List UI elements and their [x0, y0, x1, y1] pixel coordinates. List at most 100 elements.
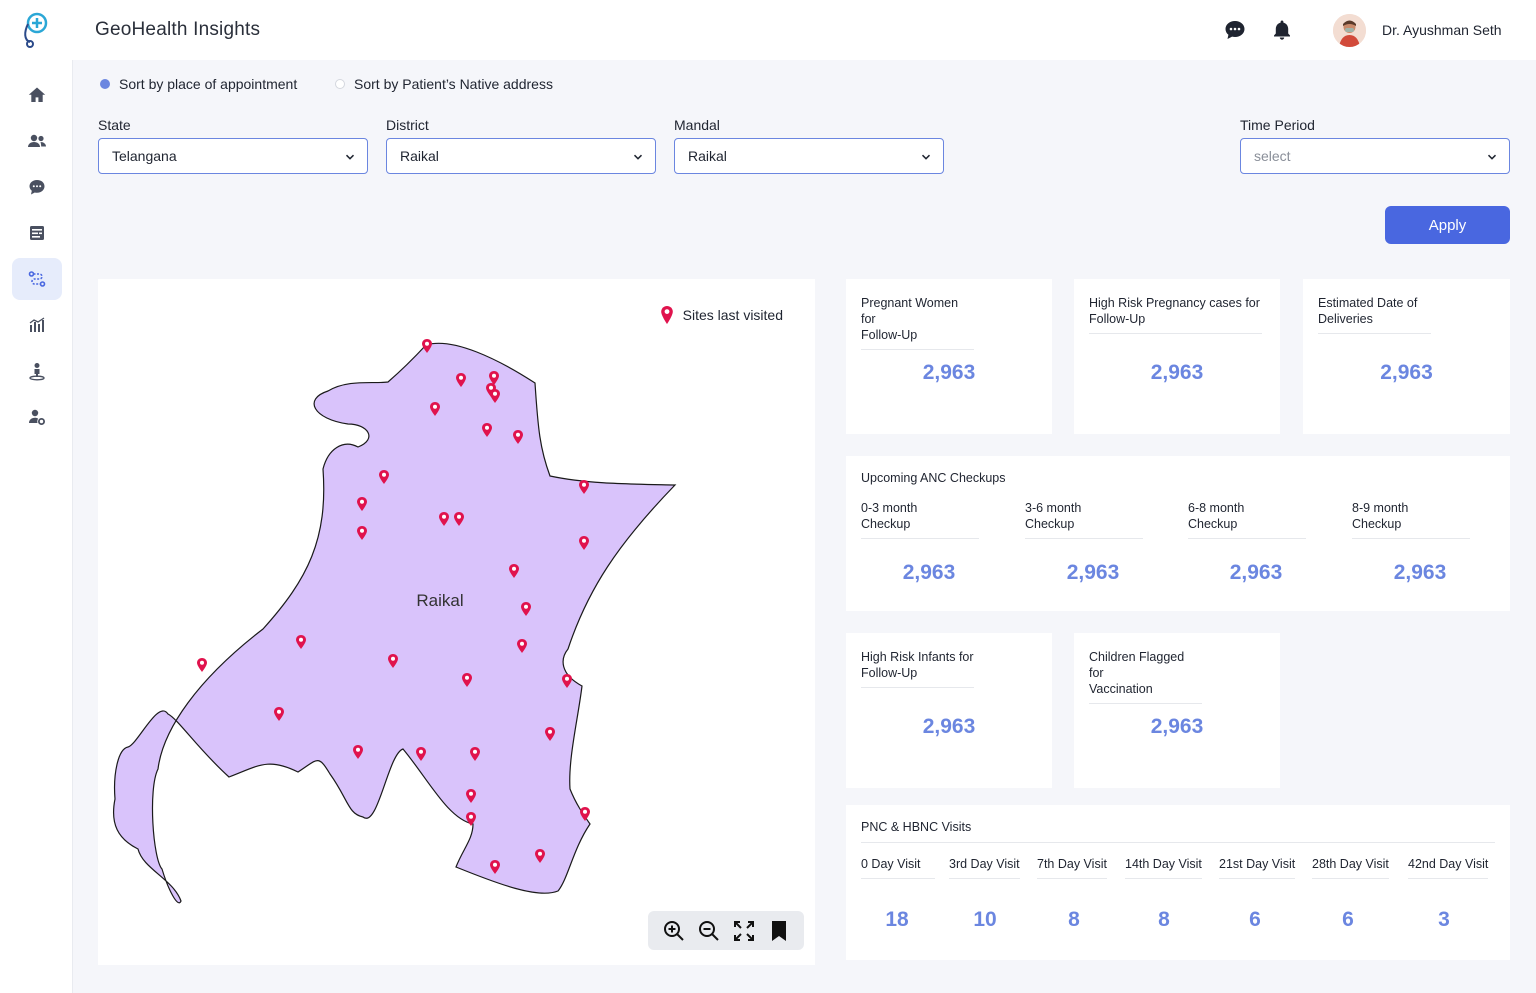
sub-title-line: 3-6 month	[1025, 501, 1082, 515]
card-title-line: Estimated Date of	[1318, 296, 1418, 310]
visit-value-21st-day[interactable]: 6	[1225, 908, 1285, 932]
visit-value-3rd-day[interactable]: 10	[955, 908, 1015, 932]
visit-label-14th-day: 14th Day Visit	[1125, 857, 1202, 879]
card-title-line: Pregnant Women for	[861, 296, 959, 326]
visit-value-0-day[interactable]: 18	[867, 908, 927, 932]
zoom-out-icon	[698, 920, 719, 941]
bell-icon[interactable]	[1270, 18, 1294, 42]
fullscreen-icon	[733, 920, 754, 941]
section-title: PNC & HBNC Visits	[861, 820, 1495, 843]
district-select[interactable]: Raikal	[386, 138, 656, 174]
region-polygon[interactable]	[112, 342, 677, 904]
chevron-down-icon	[633, 154, 643, 160]
sub-title-line: Checkup	[861, 517, 911, 531]
app-logo-icon[interactable]	[18, 10, 54, 50]
sidebar-item-geo-insights[interactable]	[12, 258, 62, 300]
pregnant-women-card[interactable]: Pregnant Women for Follow-Up 2,963	[846, 279, 1052, 434]
anc-0-3-label: 0-3 month Checkup	[861, 500, 979, 539]
card-title-line: Follow-Up	[861, 328, 918, 342]
sidebar-item-users[interactable]	[12, 120, 62, 162]
zoom-in-button[interactable]	[661, 918, 687, 944]
chevron-down-icon	[1487, 154, 1497, 160]
map-legend: Sites last visited	[660, 305, 783, 325]
zoom-in-icon	[663, 920, 684, 941]
bar-chart-icon	[29, 317, 45, 332]
avatar[interactable]	[1333, 14, 1366, 47]
users-icon	[28, 134, 46, 147]
time-period-select[interactable]: select	[1240, 138, 1510, 174]
visit-value-42nd-day[interactable]: 3	[1414, 908, 1474, 932]
sidebar	[0, 60, 73, 993]
map-toolbar	[648, 911, 804, 950]
anc-8-9-value[interactable]: 2,963	[1360, 561, 1480, 585]
sidebar-item-analytics[interactable]	[12, 304, 62, 346]
chat-icon[interactable]	[1223, 18, 1247, 42]
card-title-line: Deliveries	[1318, 312, 1373, 326]
sidebar-item-messages[interactable]	[12, 166, 62, 208]
user-name[interactable]: Dr. Ayushman Seth	[1382, 22, 1502, 38]
card-title: High Risk Infants for Follow-Up	[861, 649, 974, 688]
sub-title-line: 8-9 month	[1352, 501, 1409, 515]
anc-6-8-value[interactable]: 2,963	[1196, 561, 1316, 585]
radio-label: Sort by place of appointment	[119, 76, 298, 92]
high-risk-infants-card[interactable]: High Risk Infants for Follow-Up 2,963	[846, 633, 1052, 788]
visit-label-3rd-day: 3rd Day Visit	[949, 857, 1020, 879]
home-icon	[28, 87, 46, 102]
mandal-select[interactable]: Raikal	[674, 138, 944, 174]
map-card: Raikal Sites last visited	[98, 279, 815, 965]
delivery-dates-card[interactable]: Estimated Date of Deliveries 2,963	[1303, 279, 1510, 434]
bookmark-button[interactable]	[766, 918, 792, 944]
zoom-out-button[interactable]	[696, 918, 722, 944]
sidebar-item-field-staff[interactable]	[12, 350, 62, 392]
sort-by-appointment-radio[interactable]: Sort by place of appointment	[100, 76, 297, 92]
pnc-hbnc-visits-card: PNC & HBNC Visits 0 Day Visit 18 3rd Day…	[846, 805, 1510, 960]
sort-by-native-address-radio[interactable]: Sort by Patient’s Native address	[335, 76, 553, 92]
mandal-select-value: Raikal	[688, 148, 727, 164]
records-icon	[30, 226, 44, 240]
state-select[interactable]: Telangana	[98, 138, 368, 174]
high-risk-pregnancy-card[interactable]: High Risk Pregnancy cases for Follow-Up …	[1074, 279, 1280, 434]
card-title-line: High Risk Pregnancy cases for	[1089, 296, 1260, 310]
bookmark-icon	[771, 920, 786, 941]
app-title: GeoHealth Insights	[95, 19, 261, 40]
card-title-line: Follow-Up	[861, 666, 918, 680]
sidebar-item-home[interactable]	[12, 74, 62, 116]
visit-label-0-day: 0 Day Visit	[861, 857, 935, 879]
visit-value-7th-day[interactable]: 8	[1044, 908, 1104, 932]
sub-title-line: 6-8 month	[1188, 501, 1245, 515]
site-marker[interactable]	[197, 658, 207, 672]
radio-selected-indicator	[100, 79, 110, 89]
user-settings-icon	[29, 409, 45, 425]
district-select-value: Raikal	[400, 148, 439, 164]
visit-value-14th-day[interactable]: 8	[1134, 908, 1194, 932]
visit-label-21st-day: 21st Day Visit	[1219, 857, 1296, 879]
chevron-down-icon	[345, 154, 355, 160]
fullscreen-button[interactable]	[731, 918, 757, 944]
time-period-placeholder: select	[1254, 148, 1291, 164]
time-period-label: Time Period	[1240, 117, 1315, 133]
region-label: Raikal	[416, 591, 463, 610]
radio-unselected-indicator	[335, 79, 345, 89]
sidebar-item-records[interactable]	[12, 212, 62, 254]
chat-icon	[29, 180, 45, 195]
state-label: State	[98, 117, 131, 133]
map-pin-icon	[660, 306, 673, 324]
state-select-value: Telangana	[112, 148, 177, 164]
sub-title-line: Checkup	[1352, 517, 1402, 531]
visit-label-28th-day: 28th Day Visit	[1312, 857, 1389, 879]
visit-value-28th-day[interactable]: 6	[1318, 908, 1378, 932]
anc-3-6-value[interactable]: 2,963	[1033, 561, 1153, 585]
section-title: Upcoming ANC Checkups	[861, 471, 1006, 485]
anc-0-3-value[interactable]: 2,963	[869, 561, 989, 585]
card-value: 2,963	[1150, 361, 1204, 384]
apply-button[interactable]: Apply	[1385, 206, 1510, 244]
children-vaccination-card[interactable]: Children Flagged for Vaccination 2,963	[1074, 633, 1280, 788]
card-title: High Risk Pregnancy cases for Follow-Up	[1089, 295, 1262, 334]
region-map[interactable]: Raikal	[98, 279, 815, 965]
sidebar-item-user-settings[interactable]	[12, 396, 62, 438]
section-title-text: PNC & HBNC Visits	[861, 820, 972, 834]
card-title-line: Follow-Up	[1089, 312, 1146, 326]
radio-label: Sort by Patient’s Native address	[354, 76, 553, 92]
chevron-down-icon	[921, 154, 931, 160]
visit-label-42nd-day: 42nd Day Visit	[1408, 857, 1489, 879]
